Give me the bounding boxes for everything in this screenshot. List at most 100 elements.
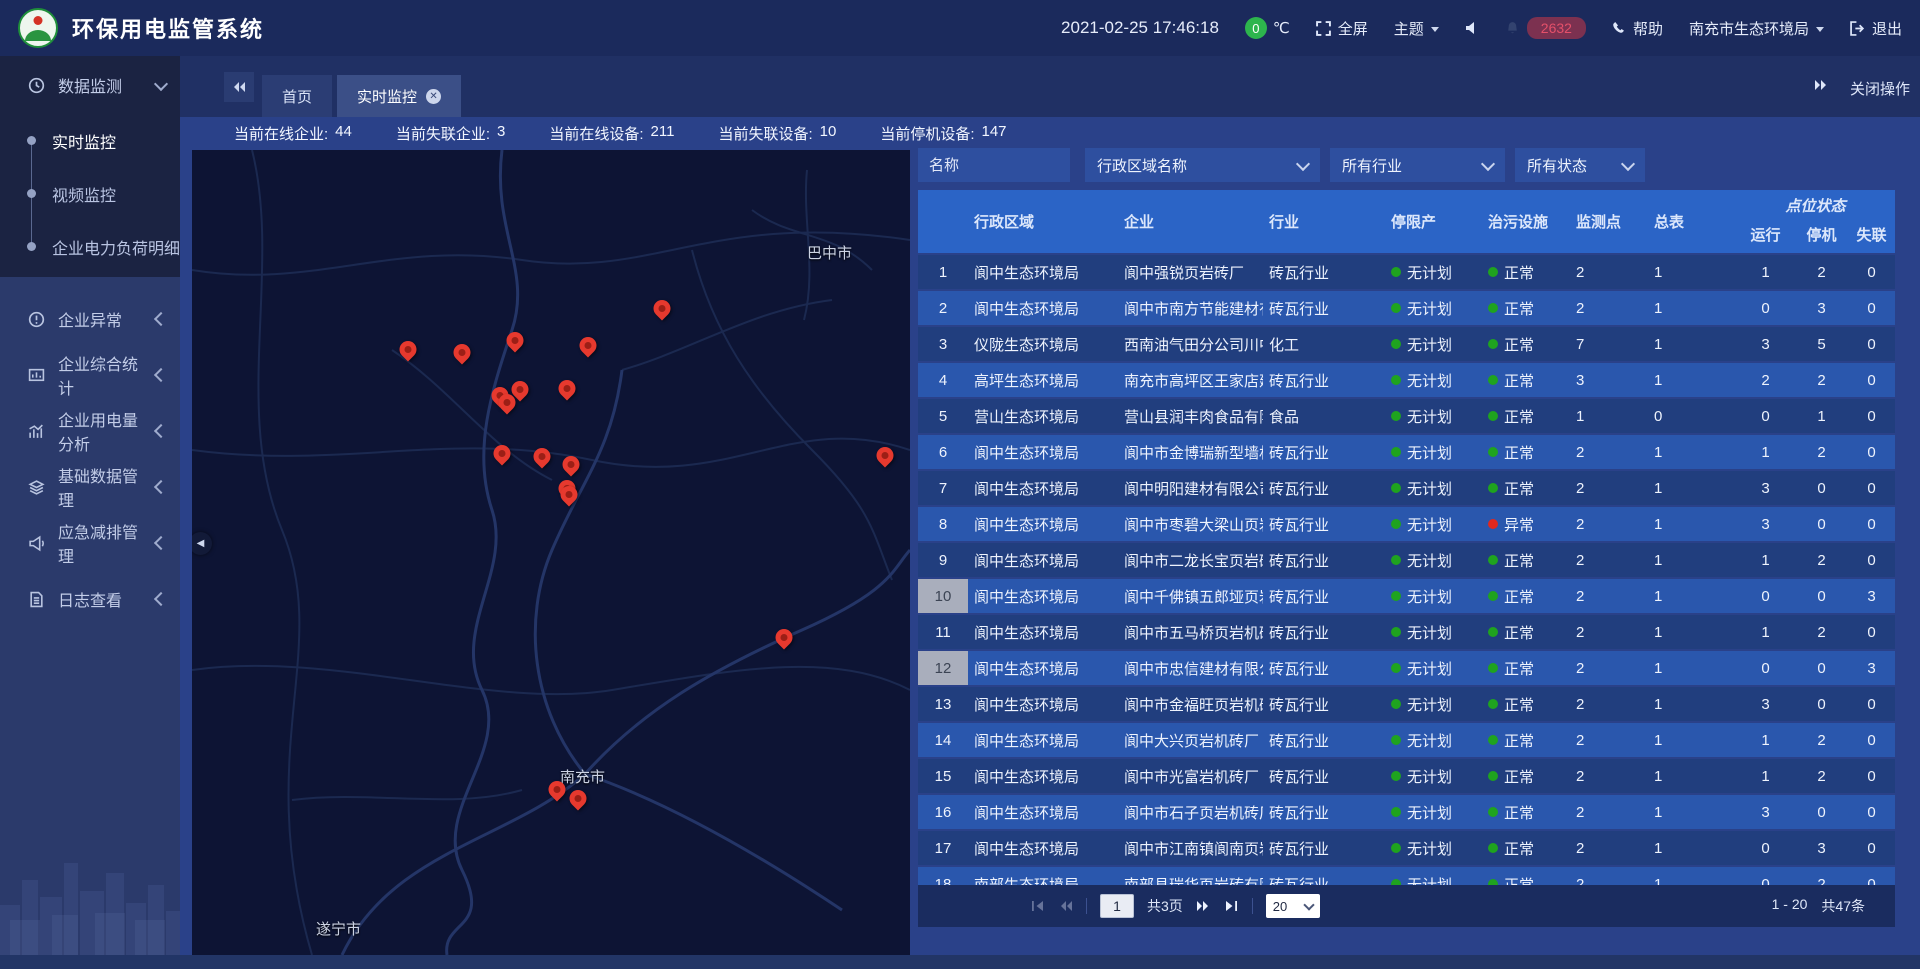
cell-stop-limit: 无计划 (1385, 471, 1482, 505)
cell-stop-limit: 无计划 (1385, 651, 1482, 685)
stats-bar: 当前在线企业:44 当前失联企业:3 当前在线设备:211 当前失联设备:10 … (180, 117, 1920, 150)
table-row[interactable]: 7阆中生态环境局阆中明阳建材有限公司砖瓦行业无计划正常21300 (918, 471, 1895, 505)
chevron-down-icon (1481, 156, 1495, 170)
cell-stopped: 2 (1795, 759, 1848, 793)
cell-stopped: 0 (1795, 795, 1848, 829)
close-operations-button[interactable]: 关闭操作 (1850, 78, 1910, 99)
chevron-left-icon (154, 536, 168, 550)
sidebar-item-company-stats[interactable]: 企业综合统计 (0, 347, 180, 403)
logout-button[interactable]: 退出 (1850, 18, 1902, 39)
sidebar-item-data-monitor[interactable]: 数据监测 (0, 56, 180, 114)
tab-scroll-left-button[interactable] (224, 72, 254, 102)
cell-company: 阆中市金福旺页岩机砖 (1118, 687, 1263, 721)
sidebar-item-log-view[interactable]: 日志查看 (0, 571, 180, 627)
table-row[interactable]: 4高坪生态环境局南充市高坪区王家店建砖瓦行业无计划正常31220 (918, 363, 1895, 397)
cell-stop-limit: 无计划 (1385, 723, 1482, 757)
cell-company: 阆中强锐页岩砖厂 (1118, 255, 1263, 289)
close-icon[interactable]: ✕ (426, 89, 441, 104)
status-dot-icon (1391, 699, 1401, 709)
sidebar-item-video-monitor[interactable]: 视频监控 (0, 167, 180, 220)
cell-company: 南充市高坪区王家店建 (1118, 363, 1263, 397)
table-row[interactable]: 18南部生态环境局南部县瑞华页岩砖有限砖瓦行业无计划正常21020 (918, 867, 1895, 885)
row-index: 15 (918, 759, 968, 793)
first-page-button[interactable] (1030, 899, 1045, 913)
status-dot-icon (1391, 555, 1401, 565)
table-row[interactable]: 16阆中生态环境局阆中市石子页岩机砖厂砖瓦行业无计划正常21300 (918, 795, 1895, 829)
fullscreen-button[interactable]: 全屏 (1316, 18, 1368, 39)
sidebar-item-realtime-monitor[interactable]: 实时监控 (0, 114, 180, 167)
row-index: 13 (918, 687, 968, 721)
status-dot-icon (1391, 843, 1401, 853)
sidebar-item-base-data[interactable]: 基础数据管理 (0, 459, 180, 515)
table-row[interactable]: 15阆中生态环境局阆中市光富岩机砖厂砖瓦行业无计划正常21120 (918, 759, 1895, 793)
alert-counter[interactable]: 2632 (1505, 17, 1586, 39)
status-dot-icon (1391, 519, 1401, 529)
cell-treatment: 正常 (1482, 651, 1570, 685)
help-button[interactable]: 帮助 (1612, 18, 1663, 39)
company-table: 行政区域 企业 行业 停限产 治污设施 监测点 总表 点位状态 运行 停机 失联… (918, 190, 1895, 885)
cell-stop-limit: 无计划 (1385, 291, 1482, 325)
cell-company: 营山县润丰肉食品有限 (1118, 399, 1263, 433)
table-row[interactable]: 14阆中生态环境局阆中大兴页岩机砖厂砖瓦行业无计划正常21120 (918, 723, 1895, 757)
row-index: 7 (918, 471, 968, 505)
sidebar-item-emergency-reduction[interactable]: 应急减排管理 (0, 515, 180, 571)
table-row[interactable]: 17阆中生态环境局阆中市江南镇阆南页岩砖瓦行业无计划正常21030 (918, 831, 1895, 865)
region-filter-select[interactable]: 行政区域名称 (1085, 148, 1320, 182)
sidebar-item-label: 应急减排管理 (58, 519, 144, 567)
cell-stopped: 2 (1795, 255, 1848, 289)
table-row[interactable]: 8阆中生态环境局阆中市枣碧大梁山页岩砖瓦行业无计划异常21300 (918, 507, 1895, 541)
sidebar-items: 企业异常 企业综合统计 企业用电量分析 (0, 277, 180, 627)
name-filter-input[interactable] (918, 148, 1070, 182)
cell-company: 阆中市忠信建材有限公 (1118, 651, 1263, 685)
status-filter-select[interactable]: 所有状态 (1515, 148, 1645, 182)
cell-industry: 砖瓦行业 (1263, 651, 1385, 685)
cell-region: 仪陇生态环境局 (968, 327, 1118, 361)
theme-dropdown[interactable]: 主题 (1394, 18, 1439, 39)
org-label: 南充市生态环境局 (1689, 18, 1809, 39)
sidebar-item-company-abnormal[interactable]: 企业异常 (0, 291, 180, 347)
sidebar-item-label: 企业异常 (58, 307, 122, 331)
sidebar-item-power-analysis[interactable]: 企业用电量分析 (0, 403, 180, 459)
page-number-input[interactable] (1100, 894, 1134, 918)
table-row[interactable]: 11阆中生态环境局阆中市五马桥页岩机砖砖瓦行业无计划正常21120 (918, 615, 1895, 649)
table-row[interactable]: 5营山生态环境局营山县润丰肉食品有限食品无计划正常10010 (918, 399, 1895, 433)
cell-running: 2 (1736, 363, 1795, 397)
header-index (918, 190, 968, 253)
table-row[interactable]: 2阆中生态环境局阆中市南方节能建材有砖瓦行业无计划正常21030 (918, 291, 1895, 325)
cell-industry: 砖瓦行业 (1263, 687, 1385, 721)
table-row[interactable]: 13阆中生态环境局阆中市金福旺页岩机砖砖瓦行业无计划正常21300 (918, 687, 1895, 721)
table-row[interactable]: 3仪陇生态环境局西南油气田分公司川中化工无计划正常71350 (918, 327, 1895, 361)
page-size-select[interactable]: 20 (1266, 894, 1320, 918)
org-dropdown[interactable]: 南充市生态环境局 (1689, 18, 1824, 39)
table-row[interactable]: 9阆中生态环境局阆中市二龙长宝页岩砖砖瓦行业无计划正常21120 (918, 543, 1895, 577)
cell-treatment: 正常 (1482, 291, 1570, 325)
tab-realtime-monitor[interactable]: 实时监控 ✕ (337, 75, 461, 117)
sidebar-item-power-load-detail[interactable]: 企业电力负荷明细 (0, 220, 180, 273)
cell-industry: 砖瓦行业 (1263, 795, 1385, 829)
cell-industry: 砖瓦行业 (1263, 291, 1385, 325)
next-page-button[interactable] (1196, 899, 1211, 913)
tabs: 首页 实时监控 ✕ (262, 75, 461, 117)
table-row[interactable]: 6阆中生态环境局阆中市金博瑞新型墙材砖瓦行业无计划正常21120 (918, 435, 1895, 469)
cell-region: 阆中生态环境局 (968, 543, 1118, 577)
sidebar: 数据监测 实时监控 视频监控 企业电力负荷明细 (0, 56, 180, 955)
prev-page-button[interactable] (1058, 899, 1073, 913)
last-page-button[interactable] (1224, 899, 1239, 913)
cell-company: 阆中市南方节能建材有 (1118, 291, 1263, 325)
tab-home[interactable]: 首页 (262, 75, 332, 117)
cell-industry: 砖瓦行业 (1263, 615, 1385, 649)
mute-button[interactable] (1465, 21, 1479, 35)
tab-scroll-right-button[interactable] (1814, 78, 1828, 97)
table-row[interactable]: 12阆中生态环境局阆中市忠信建材有限公砖瓦行业无计划正常21003 (918, 651, 1895, 685)
cell-company: 阆中大兴页岩机砖厂 (1118, 723, 1263, 757)
cell-treatment: 正常 (1482, 327, 1570, 361)
row-index: 17 (918, 831, 968, 865)
cell-total-meter: 1 (1648, 687, 1736, 721)
table-row[interactable]: 1阆中生态环境局阆中强锐页岩砖厂砖瓦行业无计划正常21120 (918, 255, 1895, 289)
map-panel[interactable]: 巴中市南充市遂宁市 ◀ (192, 150, 910, 955)
power-analysis-icon (26, 423, 46, 440)
industry-filter-select[interactable]: 所有行业 (1330, 148, 1505, 182)
status-dot-icon (1391, 411, 1401, 421)
table-row[interactable]: 10阆中生态环境局阆中千佛镇五郎垭页岩砖瓦行业无计划正常21003 (918, 579, 1895, 613)
double-chevron-left-icon (232, 80, 246, 94)
